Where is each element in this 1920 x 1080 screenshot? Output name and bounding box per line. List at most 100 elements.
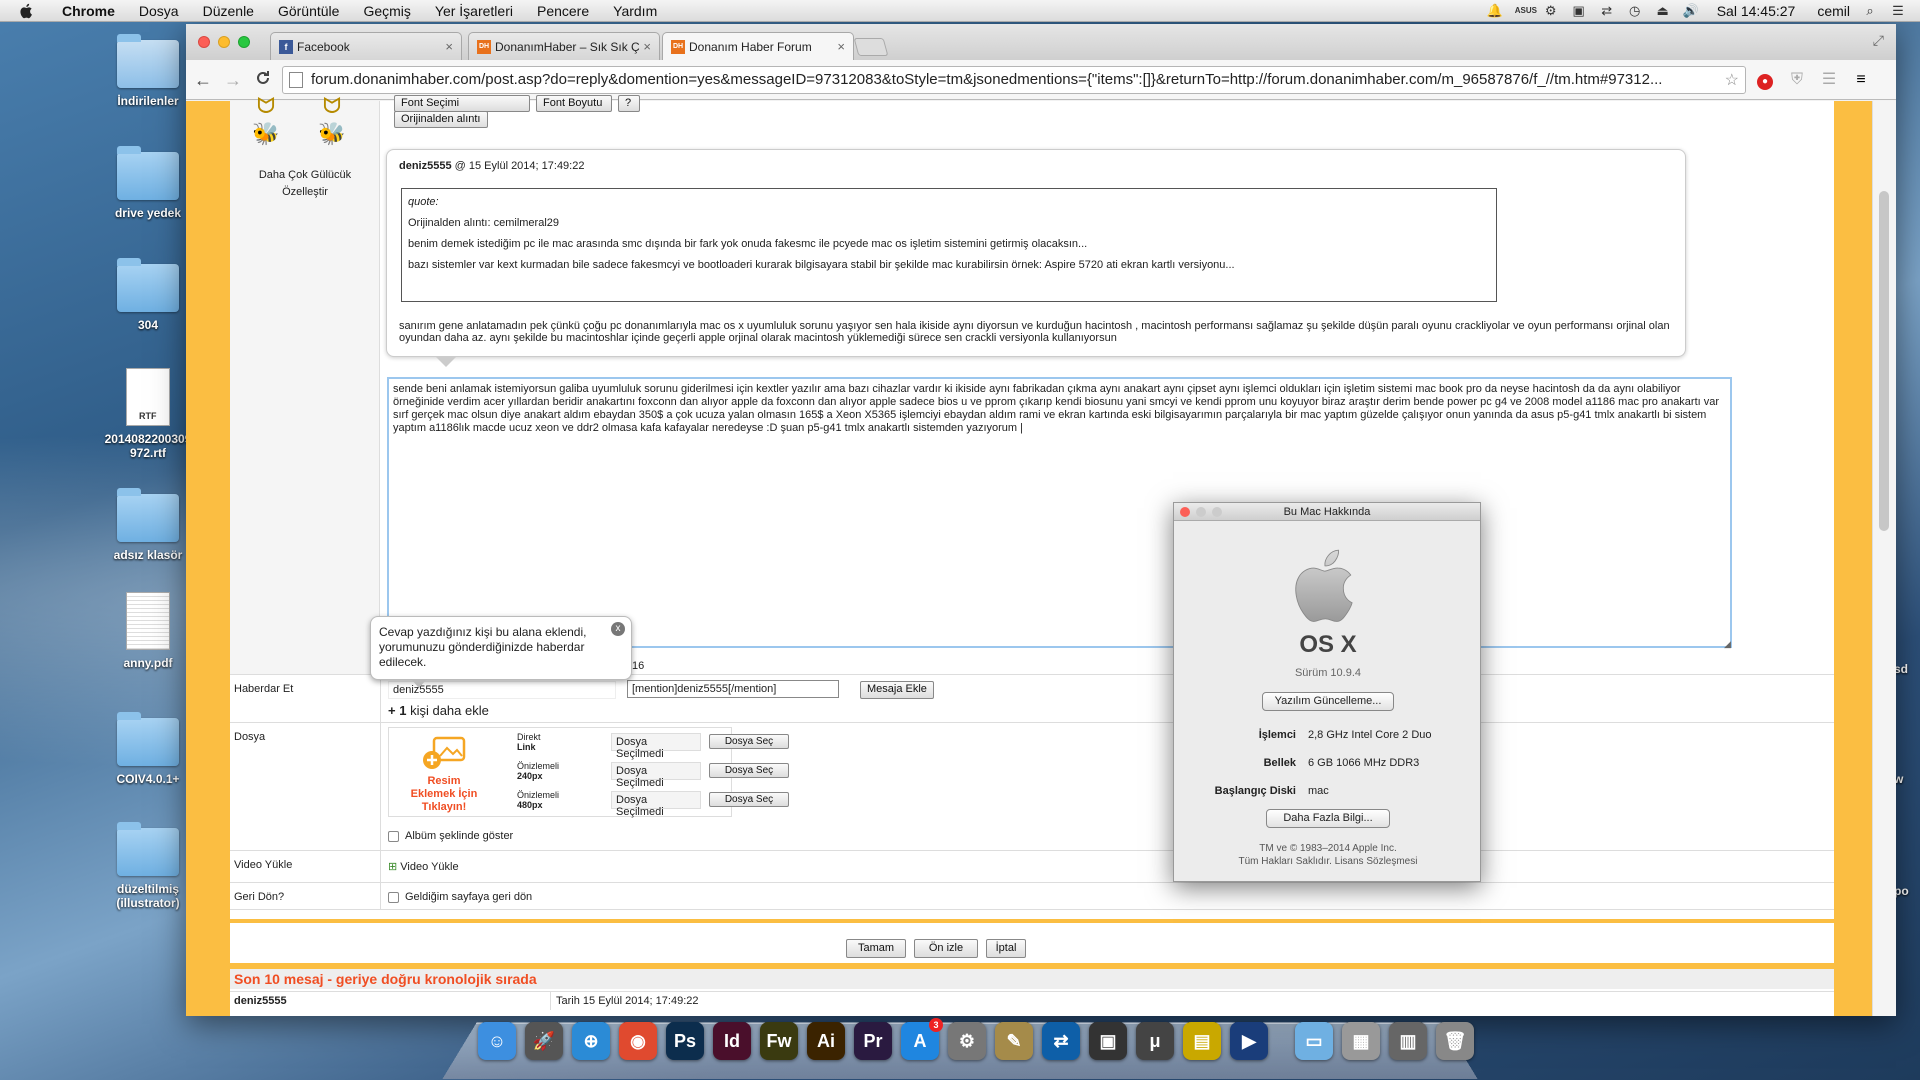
tab-donanimhaber-forum[interactable]: DH Donanım Haber Forum × bbox=[662, 32, 854, 60]
mention-code-input[interactable]: [mention]deniz5555[/mention] bbox=[627, 680, 839, 698]
scrollbar-thumb[interactable] bbox=[1879, 191, 1889, 531]
menu-edit[interactable]: Düzenle bbox=[191, 3, 266, 19]
teamviewer-status-icon[interactable]: ⇄ bbox=[1599, 3, 1615, 18]
close-tab-icon[interactable]: × bbox=[445, 39, 453, 54]
finder-icon[interactable]: ☺ bbox=[478, 1022, 516, 1060]
customize-smileys-link[interactable]: Özelleştir bbox=[230, 186, 380, 198]
video-icon[interactable]: ▣ bbox=[1089, 1022, 1127, 1060]
page-scrollbar[interactable] bbox=[1872, 101, 1896, 1016]
menu-app-name[interactable]: Chrome bbox=[50, 3, 127, 19]
menu-file[interactable]: Dosya bbox=[127, 3, 191, 19]
spotlight-search-icon[interactable]: ⌕ bbox=[1862, 3, 1878, 18]
smiley-icon[interactable]: ᗢ bbox=[248, 93, 284, 119]
menu-view[interactable]: Görüntüle bbox=[266, 3, 351, 19]
premiere-icon[interactable]: Pr bbox=[854, 1022, 892, 1060]
teamviewer-icon[interactable]: ⇄ bbox=[1042, 1022, 1080, 1060]
choose-file-button[interactable]: Dosya Seç bbox=[709, 792, 789, 807]
copyright-text: TM ve © 1983–2014 Apple Inc. bbox=[1259, 843, 1397, 854]
forward-button[interactable]: → bbox=[220, 67, 246, 93]
preview-button[interactable]: Ön izle bbox=[914, 939, 978, 958]
app-icon[interactable]: ✎ bbox=[995, 1022, 1033, 1060]
fullscreen-icon[interactable]: ⤢ bbox=[1873, 32, 1884, 49]
quote-original-button[interactable]: Orijinalden alıntı bbox=[394, 111, 488, 128]
archive-icon[interactable]: ▤ bbox=[1183, 1022, 1221, 1060]
eject-icon[interactable]: ⏏ bbox=[1655, 3, 1671, 18]
tab-facebook[interactable]: f Facebook × bbox=[270, 32, 462, 60]
appstore-icon[interactable]: A3 bbox=[901, 1018, 943, 1060]
asus-icon[interactable]: ASUS bbox=[1515, 4, 1537, 18]
tab-donanimhaber[interactable]: DH DonanımHaber – Sık Sık Ç × bbox=[468, 32, 660, 60]
illustrator-icon[interactable]: Ai bbox=[807, 1022, 845, 1060]
shield-extension-icon[interactable]: ⛨ bbox=[1784, 67, 1810, 93]
bee-smiley-icon[interactable]: 🐝 bbox=[248, 121, 284, 147]
launchpad-icon[interactable]: 🚀 bbox=[525, 1022, 563, 1060]
spec-value: mac bbox=[1308, 785, 1329, 797]
notification-center-icon[interactable]: ☰ bbox=[1890, 3, 1906, 18]
menu-history[interactable]: Geçmiş bbox=[351, 3, 422, 19]
folder-icon[interactable]: ▭ bbox=[1295, 1022, 1333, 1060]
more-smileys-link[interactable]: Daha Çok Gülücük bbox=[230, 169, 380, 181]
menu-window[interactable]: Pencere bbox=[525, 3, 601, 19]
photoshop-icon[interactable]: Ps bbox=[666, 1022, 704, 1060]
chrome-menu-icon[interactable]: ≡ bbox=[1848, 67, 1874, 93]
menu-clock[interactable]: Sal 14:45:27 bbox=[1717, 3, 1796, 19]
choose-file-button[interactable]: Dosya Seç bbox=[709, 763, 789, 778]
bee-smiley-icon[interactable]: 🐝 bbox=[314, 121, 350, 147]
close-tooltip-icon[interactable]: x bbox=[611, 622, 625, 636]
safari-icon[interactable]: ⊕ bbox=[572, 1022, 610, 1060]
stop-extension-icon[interactable]: ● bbox=[1752, 67, 1778, 93]
font-size-dropdown[interactable]: Font Boyutu bbox=[536, 95, 612, 112]
menu-bookmarks[interactable]: Yer İşaretleri bbox=[423, 3, 525, 19]
menu-user[interactable]: cemil bbox=[1817, 3, 1850, 19]
more-info-button[interactable]: Daha Fazla Bilgi... bbox=[1266, 809, 1390, 828]
close-tab-icon[interactable]: × bbox=[643, 39, 651, 54]
resize-handle-icon[interactable]: ◢ bbox=[1724, 639, 1731, 650]
trash-icon[interactable]: 🗑 bbox=[1436, 1022, 1474, 1060]
help-button[interactable]: ? bbox=[618, 95, 640, 112]
reply-textarea[interactable]: sende beni anlamak istemiyorsun galiba u… bbox=[387, 377, 1732, 648]
notification-bell-icon[interactable]: 🔔 bbox=[1487, 3, 1503, 18]
apple-menu-icon[interactable] bbox=[18, 3, 36, 19]
new-tab-button[interactable] bbox=[853, 38, 889, 56]
close-tab-icon[interactable]: × bbox=[837, 39, 845, 54]
close-window-button[interactable] bbox=[198, 36, 210, 48]
back-button[interactable]: ← bbox=[190, 67, 216, 93]
software-update-button[interactable]: Yazılım Güncelleme... bbox=[1262, 692, 1394, 711]
menu-help[interactable]: Yardım bbox=[601, 3, 669, 19]
indesign-icon[interactable]: Id bbox=[713, 1022, 751, 1060]
video-upload-link[interactable]: ⊞ Video Yükle bbox=[388, 860, 459, 873]
volume-icon[interactable]: 🔊 bbox=[1683, 3, 1699, 18]
smiley-icon[interactable]: ᗢ bbox=[314, 93, 350, 119]
dropbox-icon[interactable]: ▣ bbox=[1571, 3, 1587, 18]
downloads-stack-icon[interactable]: ▦ bbox=[1342, 1022, 1380, 1060]
chrome-icon[interactable]: ◉ bbox=[619, 1022, 657, 1060]
gear-status-icon[interactable]: ⚙ bbox=[1543, 3, 1559, 18]
quicktime-icon[interactable]: ▶ bbox=[1230, 1022, 1268, 1060]
album-checkbox[interactable] bbox=[388, 831, 399, 842]
reload-icon bbox=[257, 70, 269, 84]
upload-subtype: 480px bbox=[517, 800, 543, 810]
reload-button[interactable] bbox=[250, 67, 276, 93]
fireworks-icon[interactable]: Fw bbox=[760, 1022, 798, 1060]
font-select-dropdown[interactable]: Font Seçimi bbox=[394, 95, 530, 112]
utorrent-icon[interactable]: μ bbox=[1136, 1022, 1174, 1060]
rights-text[interactable]: Tüm Hakları Saklıdır. Lisans Sözleşmesi bbox=[1174, 856, 1482, 867]
bookmark-star-icon[interactable]: ☆ bbox=[1719, 70, 1745, 90]
zoom-window-button[interactable] bbox=[238, 36, 250, 48]
address-bar[interactable]: forum.donanimhaber.com/post.asp?do=reply… bbox=[282, 65, 1746, 94]
document-stack-icon[interactable]: ▥ bbox=[1389, 1022, 1427, 1060]
add-more-people-link[interactable]: + 1 kişi daha ekle bbox=[388, 703, 489, 718]
cancel-button[interactable]: İptal bbox=[986, 939, 1026, 958]
add-to-message-button[interactable]: Mesaja Ekle bbox=[860, 681, 934, 699]
minimize-window-button[interactable] bbox=[218, 36, 230, 48]
translate-extension-icon[interactable]: ☰ bbox=[1816, 67, 1842, 93]
choose-file-button[interactable]: Dosya Seç bbox=[709, 734, 789, 749]
add-image-button[interactable]: Resim Eklemek İçin Tıklayın! bbox=[393, 732, 495, 814]
about-close-button[interactable] bbox=[1180, 507, 1190, 517]
time-machine-icon[interactable]: ◷ bbox=[1627, 3, 1643, 18]
ok-button[interactable]: Tamam bbox=[846, 939, 906, 958]
row-separator bbox=[550, 992, 551, 1010]
return-checkbox[interactable] bbox=[388, 892, 399, 903]
recent-author[interactable]: deniz5555 bbox=[234, 995, 287, 1007]
system-preferences-icon[interactable]: ⚙ bbox=[948, 1022, 986, 1060]
